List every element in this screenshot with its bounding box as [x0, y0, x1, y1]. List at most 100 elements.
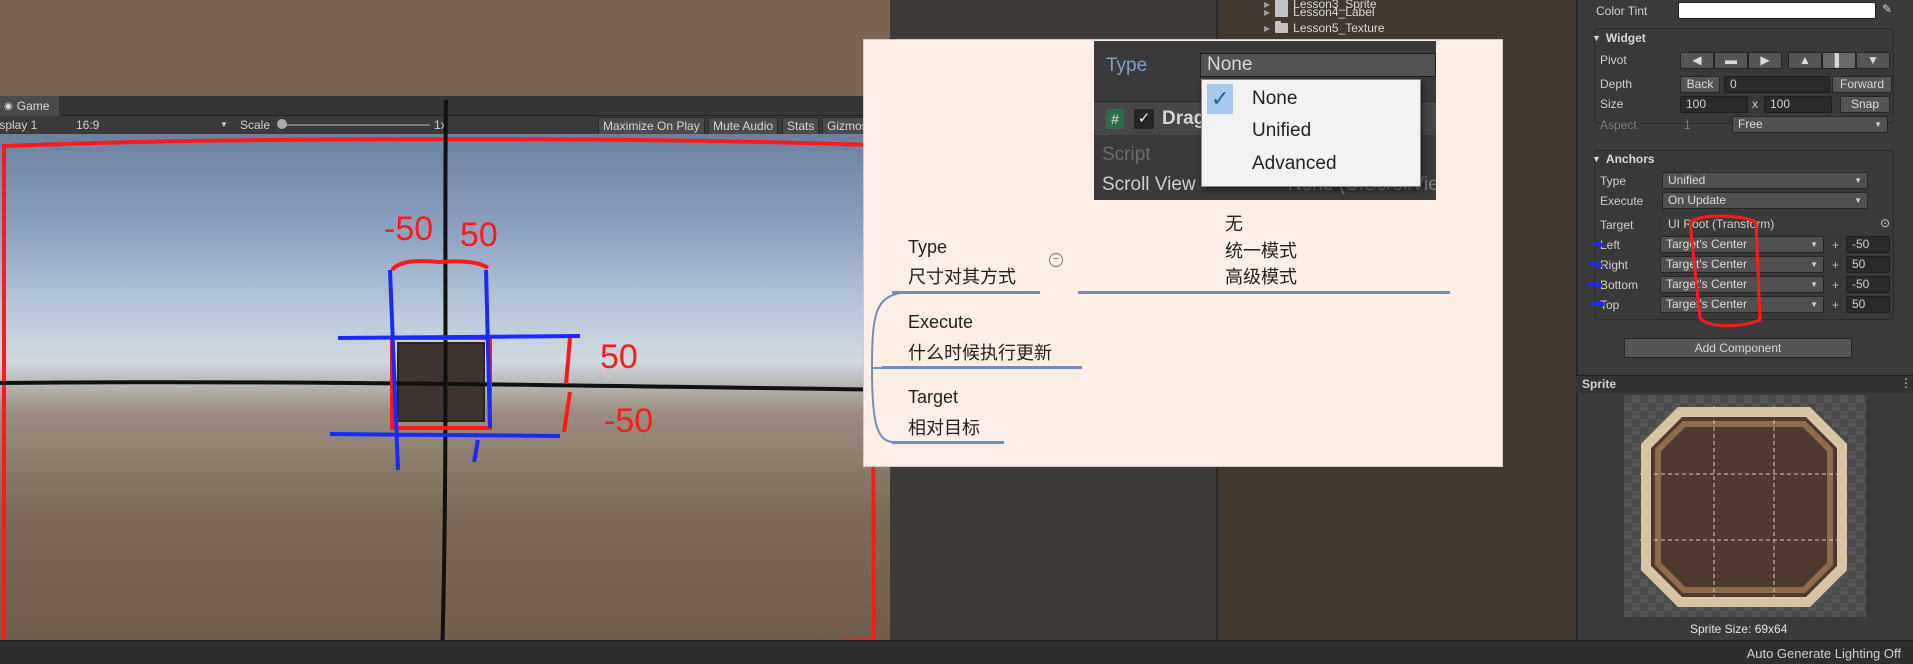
- plus-sign: +: [1832, 238, 1840, 252]
- type-label: Type: [1106, 55, 1148, 76]
- add-component-button[interactable]: Add Component: [1624, 338, 1852, 358]
- execute-label: Execute: [1600, 194, 1644, 208]
- aspect-value: 1: [1684, 118, 1691, 132]
- annotation-plus50-top: 50: [460, 216, 498, 254]
- collapse-toggle-icon[interactable]: −: [1049, 253, 1063, 267]
- size-x-label: x: [1752, 97, 1758, 111]
- depth-label: Depth: [1600, 77, 1633, 91]
- eyedropper-icon[interactable]: ✎: [1882, 2, 1892, 16]
- pivot-left-button[interactable]: ◀: [1680, 52, 1714, 69]
- mindmap-underline: [892, 291, 1040, 294]
- mindmap-option-unified: 统一模式: [1225, 241, 1297, 261]
- depth-forward-button[interactable]: Forward: [1832, 76, 1892, 93]
- hierarchy-item-label: Lesson5_Texture: [1293, 21, 1385, 35]
- anchor-bottom-dropdown[interactable]: Target's Center ▼: [1660, 276, 1824, 293]
- pivot-center-button[interactable]: ▬: [1714, 52, 1748, 69]
- annotation-minus50-left: -50: [384, 210, 433, 248]
- anchor-bottom-label: Bottom: [1600, 278, 1639, 292]
- annotation-bottom-minus50: -50: [604, 402, 653, 440]
- plus-sign: +: [1832, 258, 1840, 272]
- dropdown-option-advanced[interactable]: Advanced: [1252, 153, 1337, 175]
- checkmark-icon: ✓: [1211, 86, 1230, 111]
- mindmap-target-desc: 相对目标: [908, 418, 980, 438]
- anchor-left-ref: Target's Center: [1666, 237, 1747, 251]
- size-width-field[interactable]: 100: [1680, 96, 1748, 113]
- foldout-icon: ▼: [1592, 154, 1601, 164]
- sprite-size-label: Sprite Size: 69x64: [1690, 622, 1788, 636]
- kebab-menu-icon[interactable]: ⋮: [1900, 376, 1912, 390]
- component-name: Drag: [1162, 108, 1206, 129]
- aspect-mode-dropdown[interactable]: Free ▼: [1732, 116, 1888, 133]
- chevron-down-icon: ▼: [1810, 300, 1818, 309]
- anchor-top-dropdown[interactable]: Target's Center ▼: [1660, 296, 1824, 313]
- annotation-top-50: 50: [600, 338, 638, 376]
- anchor-type-dropdown[interactable]: Unified ▼: [1662, 172, 1868, 189]
- chevron-down-icon: ▼: [1810, 280, 1818, 289]
- execute-value: On Update: [1668, 193, 1727, 207]
- color-tint-field[interactable]: [1678, 2, 1876, 19]
- red-bracket-stroke: [390, 259, 490, 272]
- anchor-left-offset[interactable]: -50: [1846, 236, 1890, 253]
- mindmap-target-title: Target: [908, 387, 959, 407]
- depth-back-button[interactable]: Back: [1680, 76, 1720, 93]
- chevron-down-icon: ▼: [1810, 240, 1818, 249]
- expand-arrow-icon[interactable]: ▶: [1264, 24, 1270, 33]
- pivot-bottom-button[interactable]: ▼: [1856, 52, 1890, 69]
- type-dropdown[interactable]: None: [1200, 53, 1436, 77]
- scroll-view-label: Scroll View: [1102, 174, 1196, 195]
- expand-arrow-icon[interactable]: ▶: [1264, 8, 1270, 17]
- script-hash-icon: #: [1106, 109, 1124, 129]
- enabled-checkbox[interactable]: ✓: [1134, 109, 1154, 129]
- mindmap-option-none: 无: [1225, 214, 1243, 234]
- snap-button[interactable]: Snap: [1840, 96, 1890, 113]
- execute-dropdown[interactable]: On Update ▼: [1662, 192, 1868, 209]
- anchor-left-dropdown[interactable]: Target's Center ▼: [1660, 236, 1824, 253]
- anchor-bottom-ref: Target's Center: [1666, 277, 1747, 291]
- depth-field[interactable]: 0: [1724, 76, 1830, 93]
- anchor-top-ref: Target's Center: [1666, 297, 1747, 311]
- mindmap-underline: [892, 441, 1004, 444]
- folder-icon: [1275, 5, 1289, 17]
- anchor-type-label: Type: [1600, 174, 1627, 188]
- pivot-label: Pivot: [1600, 53, 1627, 67]
- status-text[interactable]: Auto Generate Lighting Off: [1747, 646, 1901, 661]
- anchor-right-ref: Target's Center: [1666, 257, 1747, 271]
- pivot-right-button[interactable]: ▶: [1748, 52, 1782, 69]
- anchor-top-offset[interactable]: 50: [1846, 296, 1890, 313]
- mindmap-option-advanced: 高级模式: [1225, 267, 1297, 287]
- blue-anchor-stroke: [329, 269, 581, 471]
- dropdown-option-none[interactable]: None: [1252, 88, 1297, 110]
- hierarchy-item-label: Lesson4_Label: [1293, 5, 1375, 19]
- mindmap-type-desc: 尺寸对其方式: [908, 267, 1016, 287]
- widget-header[interactable]: ▼ Widget: [1592, 29, 1646, 47]
- foldout-icon: ▼: [1592, 33, 1601, 43]
- status-bar: Auto Generate Lighting Off: [0, 640, 1913, 664]
- anchor-right-dropdown[interactable]: Target's Center ▼: [1660, 256, 1824, 273]
- target-picker-icon[interactable]: ⊙: [1880, 216, 1890, 230]
- chevron-down-icon: ▼: [1810, 260, 1818, 269]
- target-field[interactable]: UI Root (Transform): [1662, 216, 1876, 233]
- mindmap-execute-desc: 什么时候执行更新: [908, 343, 1052, 363]
- anchor-left-label: Left: [1600, 238, 1621, 252]
- red-frame-stroke: [2, 137, 877, 650]
- dropdown-option-unified[interactable]: Unified: [1252, 120, 1311, 142]
- size-height-field[interactable]: 100: [1764, 96, 1832, 113]
- anchors-header[interactable]: ▼ Anchors: [1592, 150, 1655, 168]
- hierarchy-item[interactable]: ▶ Lesson4_Label: [1264, 5, 1375, 19]
- anchor-top-label: Top: [1600, 298, 1620, 312]
- aspect-label: Aspect: [1600, 118, 1637, 132]
- anchor-bottom-offset[interactable]: -50: [1846, 276, 1890, 293]
- chevron-down-icon: ▼: [1854, 176, 1862, 185]
- hierarchy-item[interactable]: ▶ Lesson5_Texture: [1264, 21, 1385, 35]
- mindmap-type-title: Type: [908, 237, 948, 257]
- sprite-header-label: Sprite: [1582, 377, 1617, 391]
- pivot-middle-button[interactable]: ▌: [1822, 52, 1856, 69]
- folder-icon: [1275, 21, 1289, 33]
- anchor-right-offset[interactable]: 50: [1846, 256, 1890, 273]
- anchor-right-label: Right: [1600, 258, 1629, 272]
- vertical-axis-stroke: [440, 99, 448, 661]
- script-label: Script: [1102, 144, 1151, 165]
- anchors-header-label: Anchors: [1605, 152, 1655, 166]
- sprite-image: [1640, 406, 1848, 608]
- pivot-top-button[interactable]: ▲: [1788, 52, 1822, 69]
